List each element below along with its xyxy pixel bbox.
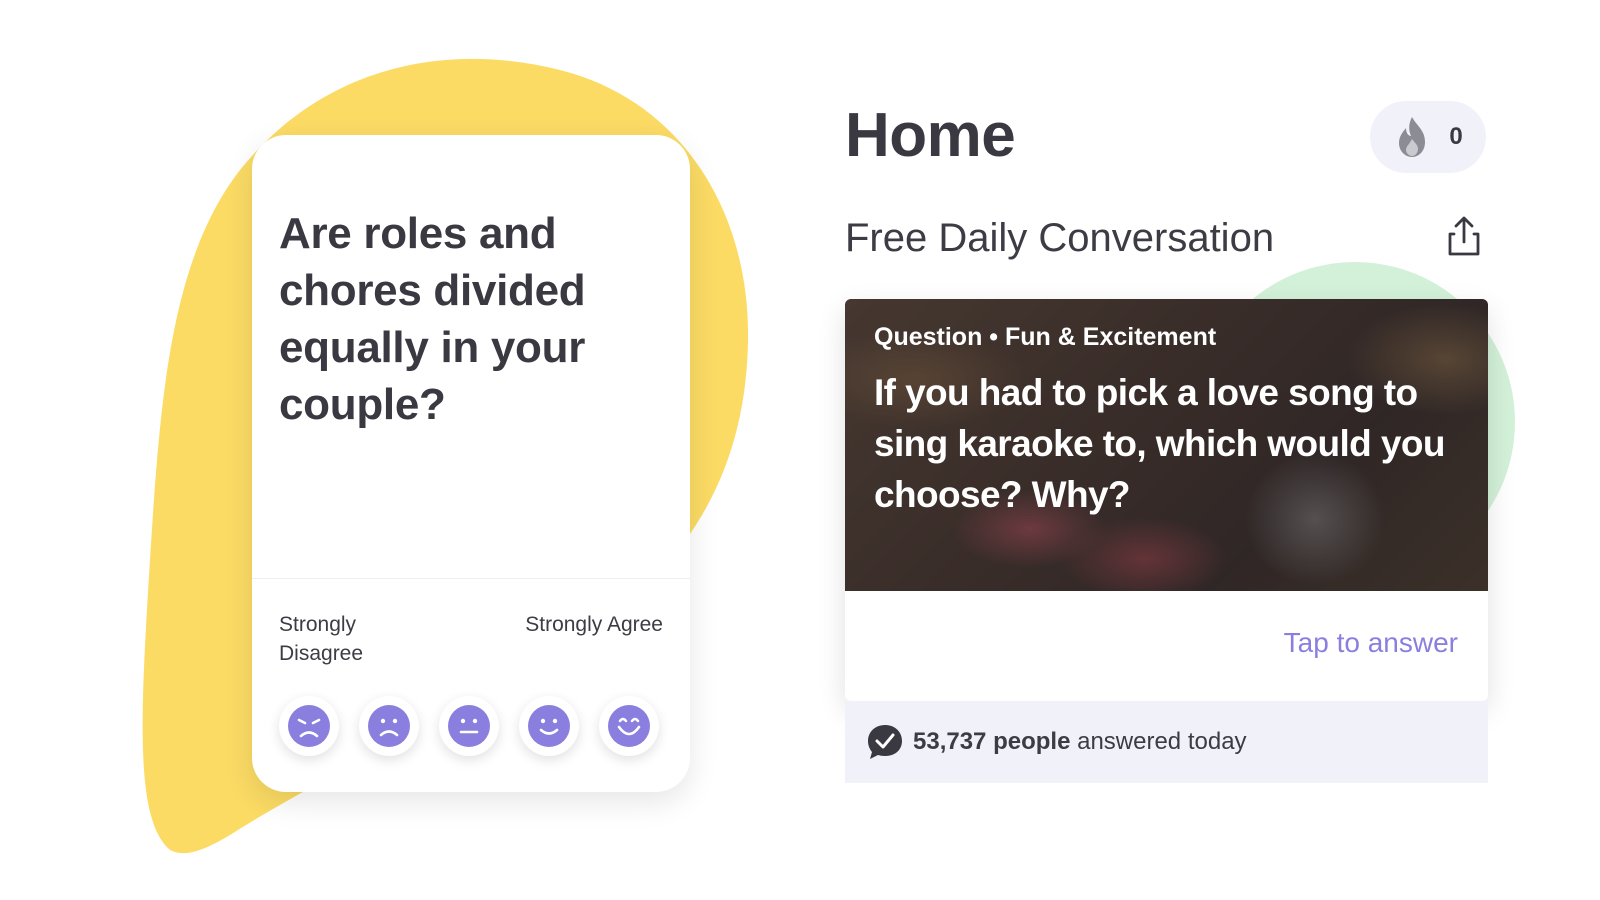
very-sad-face-icon [288, 705, 330, 747]
conversation-category: Fun & Excitement [1005, 323, 1217, 351]
scale-label-agree: Strongly Agree [525, 613, 663, 636]
daily-conversation-card[interactable]: Question • Fun & Excitement If you had t… [845, 299, 1488, 701]
scale-label-disagree: Strongly Disagree [279, 613, 364, 665]
answer-disagree-button[interactable] [359, 696, 419, 756]
conversation-question: If you had to pick a love song to sing k… [874, 372, 1445, 515]
chat-check-icon [868, 725, 902, 759]
question-card: Are roles and chores divided equally in … [252, 135, 690, 792]
neutral-face-icon [448, 705, 490, 747]
answer-strongly-disagree-button[interactable] [279, 696, 339, 756]
answer-agree-button[interactable] [519, 696, 579, 756]
question-text: Are roles and chores divided equally in … [279, 209, 586, 429]
streak-count: 0 [1449, 123, 1463, 150]
flame-icon [1399, 117, 1426, 157]
share-icon[interactable] [1446, 214, 1482, 258]
answer-strongly-agree-button[interactable] [599, 696, 659, 756]
app-screen: Are roles and chores divided equally in … [0, 0, 1600, 900]
conversation-type: Question [874, 323, 983, 351]
answered-suffix: answered today [1077, 728, 1247, 755]
happy-face-icon [528, 705, 570, 747]
answered-text: 53,737 people answered today [913, 728, 1247, 756]
streak-badge[interactable]: 0 [1370, 101, 1486, 173]
answered-count: 53,737 people [913, 728, 1071, 755]
very-happy-face-icon [608, 705, 650, 747]
conversation-meta: Question • Fun & Excitement [874, 323, 1216, 352]
card-divider [252, 578, 690, 579]
answer-neutral-button[interactable] [439, 696, 499, 756]
page-title: Home [845, 101, 1016, 170]
answer-scale [279, 696, 659, 756]
tap-to-answer-link[interactable]: Tap to answer [1284, 627, 1458, 659]
sad-face-icon [368, 705, 410, 747]
answered-count-bar: 53,737 people answered today [845, 701, 1488, 783]
section-title: Free Daily Conversation [845, 216, 1275, 260]
meta-separator: • [989, 323, 999, 351]
